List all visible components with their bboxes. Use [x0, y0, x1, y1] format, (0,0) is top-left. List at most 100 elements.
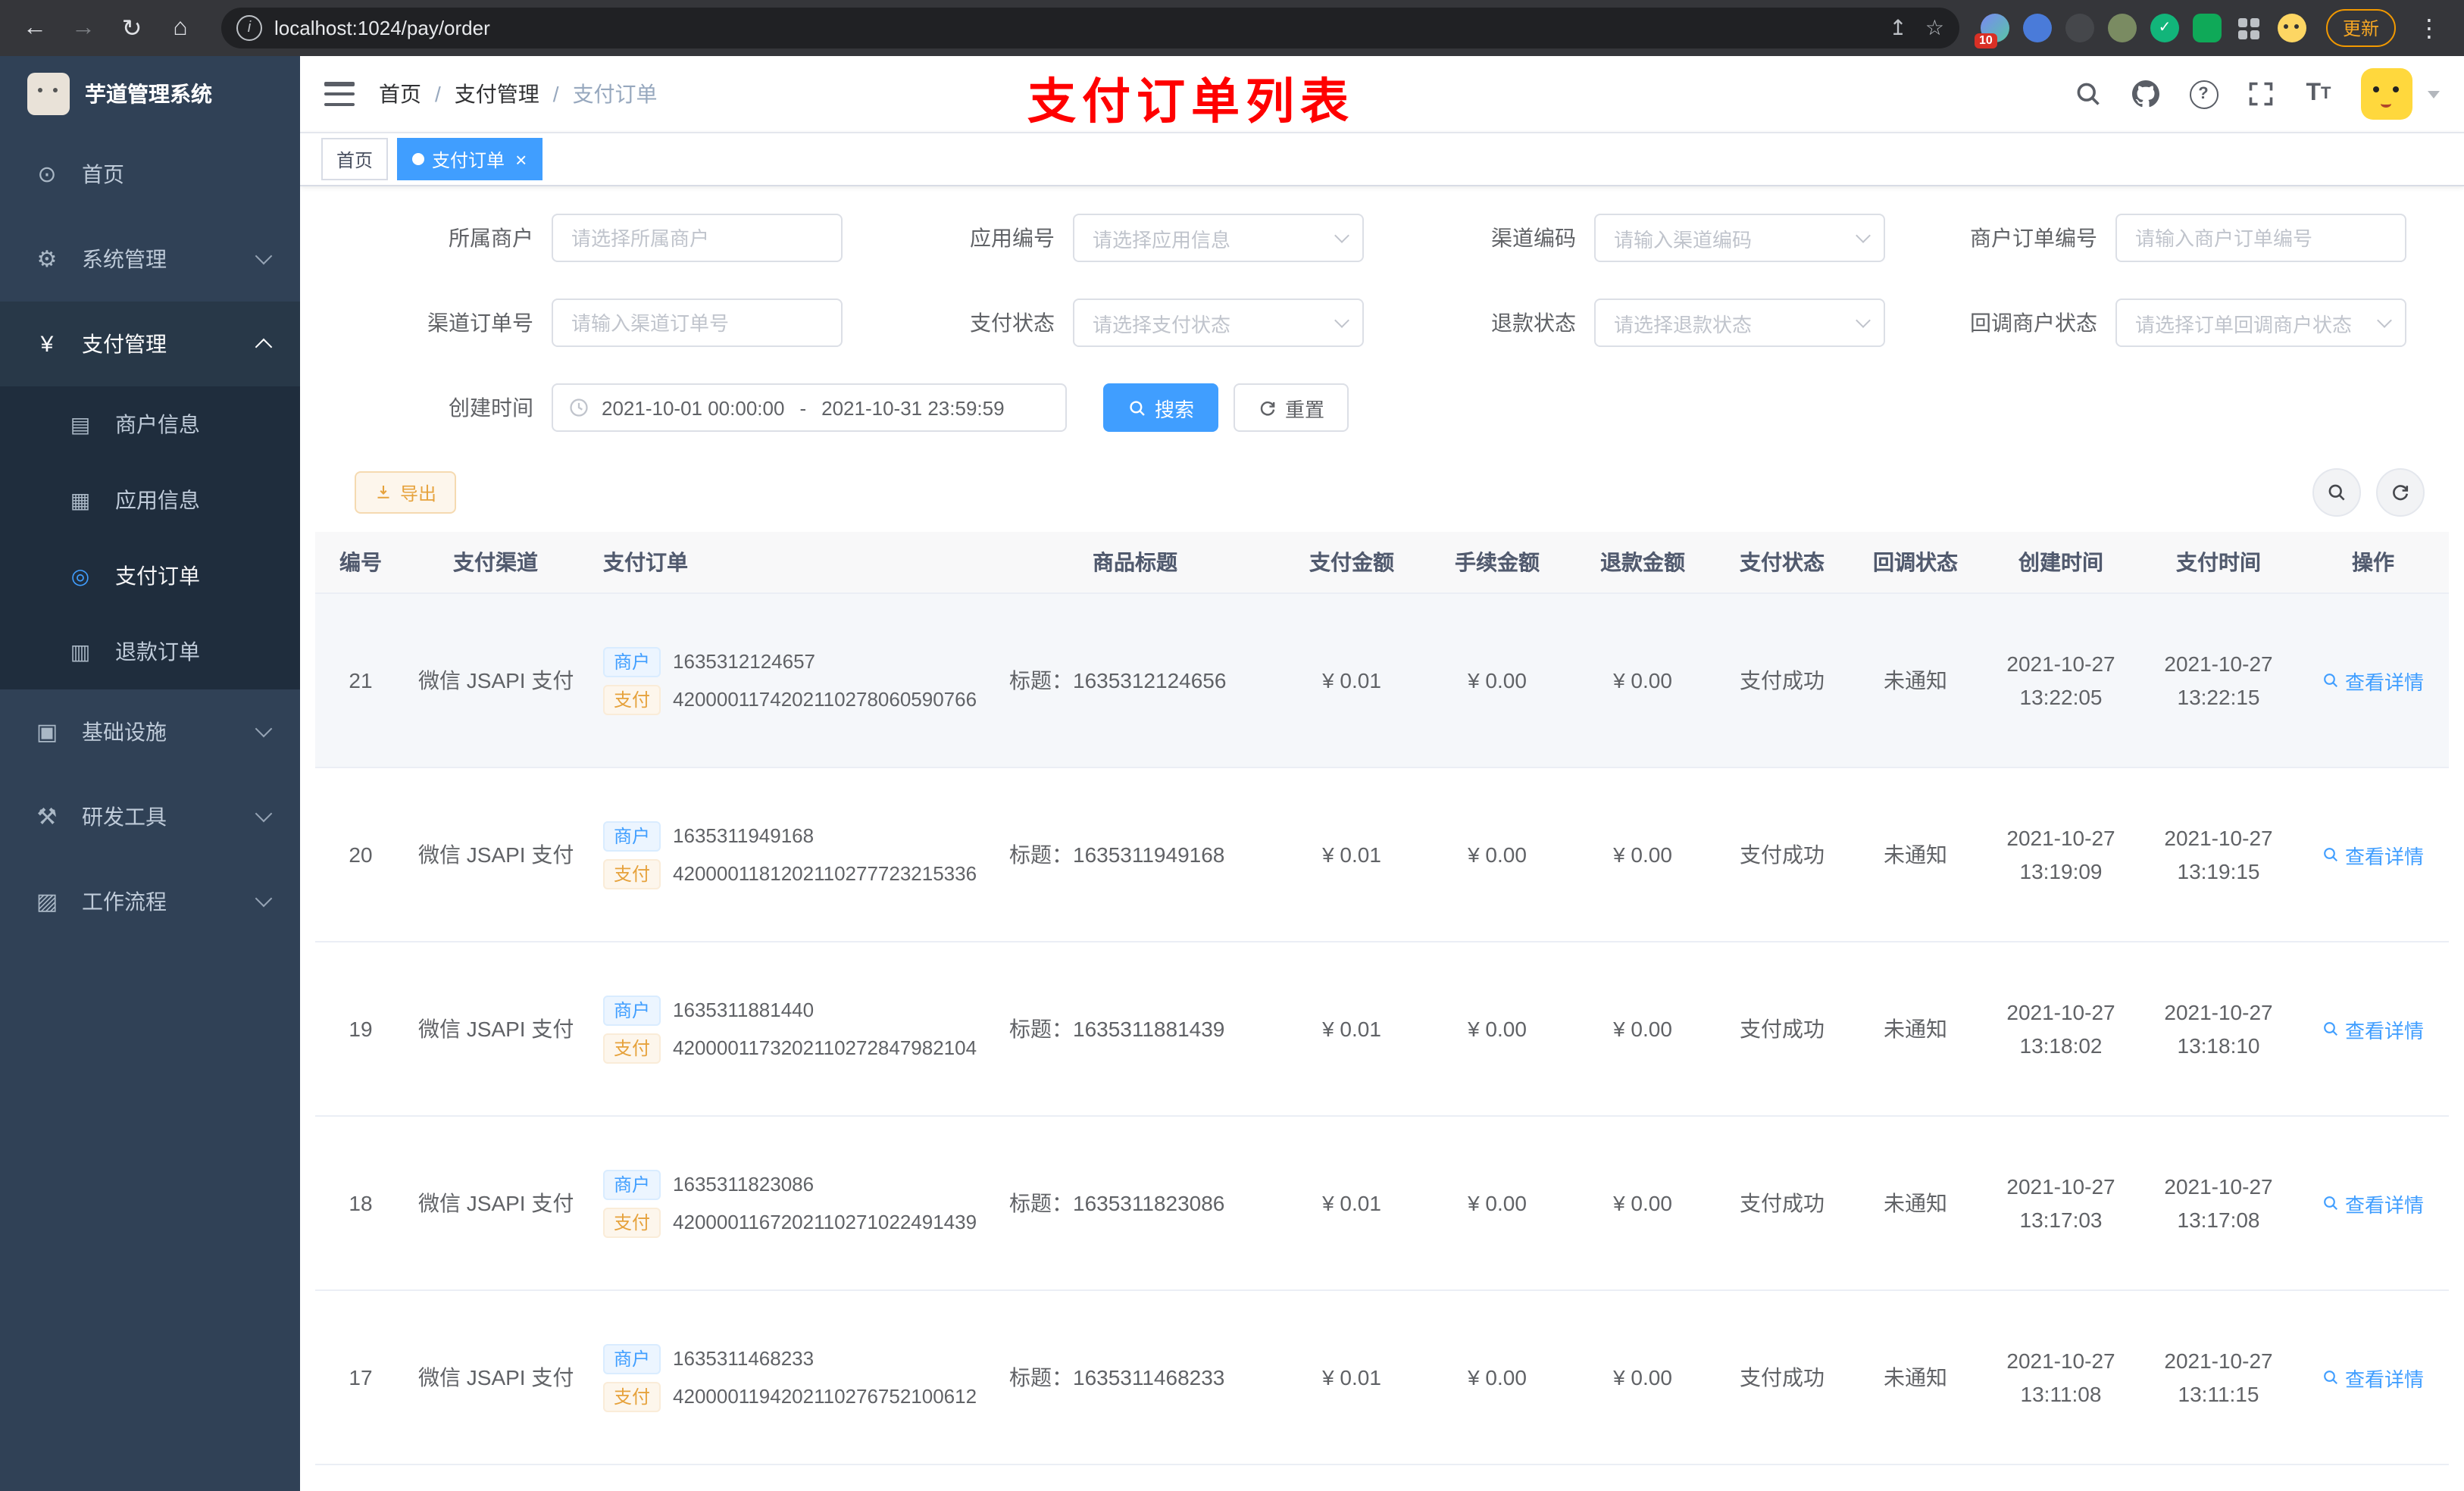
chevron-down-icon: [1856, 228, 1871, 243]
notify-status-select[interactable]: 请选择订单回调商户状态: [2115, 299, 2406, 347]
sidebar-item-label: 系统管理: [82, 247, 167, 271]
channel-order-no: 4200001181202110277723215336: [673, 862, 977, 885]
view-detail-link[interactable]: 查看详情: [2322, 840, 2424, 869]
browser-update-button[interactable]: 更新: [2325, 9, 2396, 47]
create-time-range-picker[interactable]: 2021-10-01 00:00:00 - 2021-10-31 23:59:5…: [552, 383, 1067, 432]
toggle-search-button[interactable]: [2312, 468, 2361, 517]
breadcrumb-separator: /: [435, 82, 441, 106]
address-bar[interactable]: i localhost:1024/pay/order ↥ ☆: [221, 8, 1959, 48]
browser-menu-icon[interactable]: ⋮: [2409, 8, 2449, 48]
cell-notify-status: 未通知: [1849, 1290, 1982, 1465]
channel-code-select[interactable]: 请输入渠道编码: [1594, 214, 1885, 262]
cell-actions: 查看详情: [2297, 767, 2449, 942]
cell-fee: ¥ 0.00: [1424, 593, 1570, 768]
app-id-select[interactable]: 请选择应用信息: [1073, 214, 1364, 262]
breadcrumb: 首页 / 支付管理 / 支付订单: [379, 79, 658, 109]
sidebar-item-label: 工作流程: [82, 889, 167, 914]
browser-back-icon[interactable]: ←: [15, 8, 55, 48]
extension-icon-3[interactable]: [2065, 14, 2094, 42]
browser-forward-icon[interactable]: →: [64, 8, 103, 48]
sidebar-item-infra[interactable]: ▣ 基础设施: [0, 689, 300, 774]
breadcrumb-home[interactable]: 首页: [379, 79, 421, 109]
reset-button[interactable]: 重置: [1234, 383, 1349, 432]
help-icon[interactable]: ?: [2188, 79, 2219, 109]
title-prefix: 标题：: [1009, 668, 1073, 692]
view-detail-link[interactable]: 查看详情: [2322, 1363, 2424, 1392]
sidebar-item-devtools[interactable]: ⚒ 研发工具: [0, 774, 300, 859]
cell-create-time: 2021-10-27 13:11:08: [1982, 1290, 2140, 1465]
cell-id: 17: [315, 1290, 406, 1465]
cell-pay-order: 商户 1635311949168 支付 42000011812021102777…: [585, 767, 991, 942]
view-detail-link[interactable]: 查看详情: [2322, 1189, 2424, 1217]
share-icon[interactable]: ↥: [1889, 15, 1906, 41]
dashboard-icon: ⊙: [37, 162, 57, 188]
cell-create-time: 2021-10-27 13:17:03: [1982, 1116, 2140, 1291]
profile-avatar-icon[interactable]: [2277, 14, 2306, 42]
tab-home[interactable]: 首页: [321, 138, 389, 180]
close-tab-icon[interactable]: ×: [515, 149, 527, 169]
merchant-order-no-input[interactable]: [2115, 214, 2406, 262]
sidebar-item-refund-order[interactable]: ▥ 退款订单: [0, 614, 300, 689]
column-header: 编号: [315, 532, 406, 594]
view-detail-link[interactable]: 查看详情: [2322, 1014, 2424, 1043]
tools-icon: ⚒: [36, 805, 58, 830]
extension-icon-2[interactable]: [2022, 14, 2052, 42]
cell-amount: ¥ 0.01: [1279, 593, 1424, 768]
merchant-tag: 商户: [603, 1343, 661, 1374]
hamburger-icon[interactable]: [324, 82, 355, 106]
merchant-filter-input[interactable]: [552, 214, 843, 262]
site-info-icon[interactable]: i: [236, 15, 262, 41]
extension-icon-6[interactable]: [2192, 14, 2222, 42]
sidebar-item-label: 支付订单: [115, 564, 200, 588]
sidebar-item-home[interactable]: ⊙ 首页: [0, 132, 300, 217]
chevron-down-icon: [255, 720, 273, 738]
column-header: 退款金额: [1570, 532, 1715, 594]
table-row: 17 微信 JSAPI 支付 商户 1635311468233 支付 42000…: [315, 1290, 2449, 1465]
column-header: 回调状态: [1849, 532, 1982, 594]
sidebar-item-merchant-info[interactable]: ▤ 商户信息: [0, 386, 300, 462]
cell-pay-time: 2021-10-27 13:17:08: [2140, 1116, 2297, 1291]
cell-actions: 查看详情: [2297, 1116, 2449, 1291]
title-value: 1635311949168: [1073, 842, 1225, 867]
sidebar-item-payment[interactable]: ¥ 支付管理: [0, 302, 300, 386]
extension-icon-4[interactable]: [2107, 14, 2137, 42]
export-button[interactable]: 导出: [355, 471, 457, 514]
table-row: 21 微信 JSAPI 支付 商户 1635312124657 支付 42000…: [315, 593, 2449, 768]
column-header: 手续金额: [1424, 532, 1570, 594]
filter-form: 所属商户 应用编号 请选择应用信息 渠道编码 请输入渠道: [315, 205, 2449, 432]
refresh-table-button[interactable]: [2376, 468, 2425, 517]
bookmark-star-icon[interactable]: ☆: [1925, 15, 1944, 41]
browser-reload-icon[interactable]: ↻: [112, 8, 152, 48]
sidebar-item-pay-order[interactable]: ◎ 支付订单: [0, 538, 300, 614]
sidebar-item-system[interactable]: ⚙ 系统管理: [0, 217, 300, 302]
merchant-order-no: 1635311881440: [673, 999, 815, 1021]
sidebar-item-workflow[interactable]: ▨ 工作流程: [0, 859, 300, 944]
channel-order-no-input[interactable]: [552, 299, 843, 347]
fullscreen-icon[interactable]: [2246, 79, 2276, 109]
browser-toolbar: ← → ↻ ⌂ i localhost:1024/pay/order ↥ ☆ 1…: [0, 0, 2464, 56]
top-navbar: 首页 / 支付管理 / 支付订单 支付订单列表 ? T T: [300, 56, 2464, 132]
extension-icon-5[interactable]: ✓: [2150, 14, 2179, 42]
browser-home-icon[interactable]: ⌂: [161, 8, 200, 48]
search-icon[interactable]: [2073, 79, 2103, 109]
breadcrumb-payment[interactable]: 支付管理: [455, 79, 539, 109]
cell-pay-order: 商户 1635312124657 支付 42000011742021102780…: [585, 593, 991, 768]
tab-pay-order[interactable]: 支付订单 ×: [397, 138, 543, 180]
app-logo[interactable]: 芋道管理系统: [0, 56, 300, 132]
search-button[interactable]: 搜索: [1103, 383, 1219, 432]
chevron-down-icon: [1856, 313, 1871, 328]
user-avatar[interactable]: [2361, 68, 2412, 120]
github-icon[interactable]: [2131, 79, 2161, 109]
extensions-puzzle-icon[interactable]: [2235, 14, 2264, 42]
view-detail-link[interactable]: 查看详情: [2322, 666, 2424, 695]
cell-refund: ¥ 0.00: [1570, 767, 1715, 942]
cell-channel: [406, 1464, 585, 1491]
extension-icon-1[interactable]: 10: [1974, 14, 2009, 48]
avatar-caret-icon[interactable]: [2428, 90, 2440, 98]
sidebar-item-app-info[interactable]: ▦ 应用信息: [0, 462, 300, 538]
refund-status-select[interactable]: 请选择退款状态: [1594, 299, 1885, 347]
column-header: 支付金额: [1279, 532, 1424, 594]
merchant-tag: 商户: [603, 1169, 661, 1199]
pay-status-select[interactable]: 请选择支付状态: [1073, 299, 1364, 347]
font-size-icon[interactable]: TT: [2303, 79, 2334, 109]
